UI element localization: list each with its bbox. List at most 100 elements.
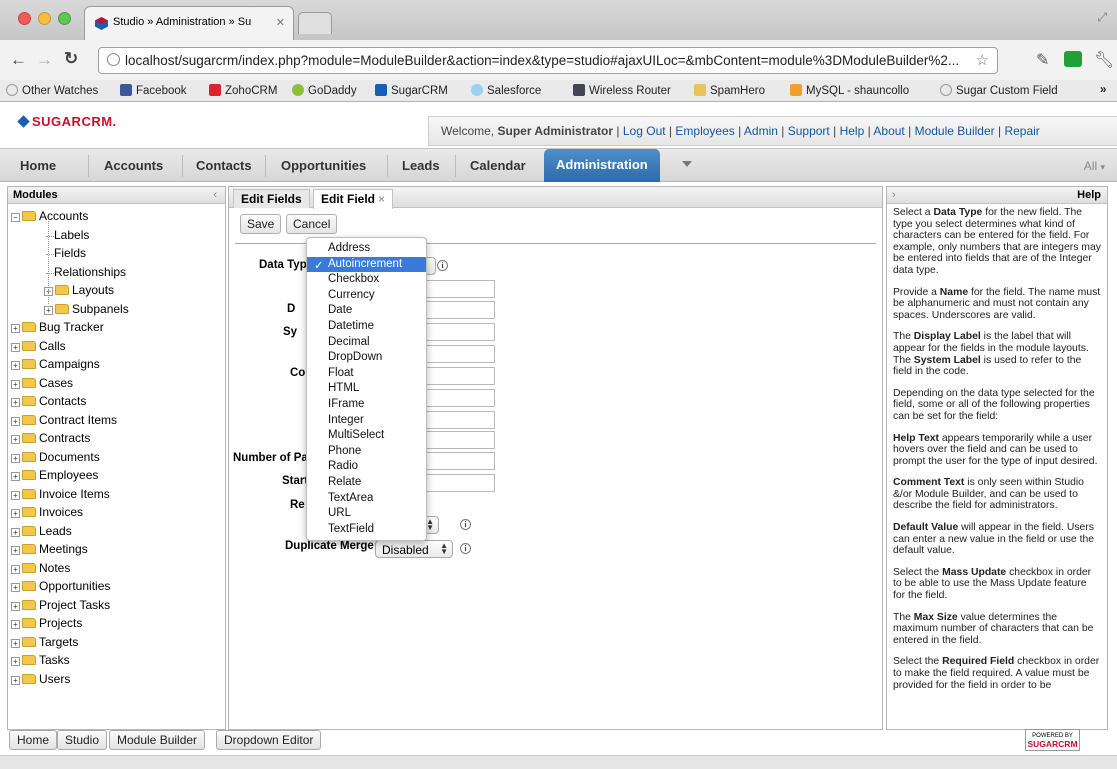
- admin-link[interactable]: Admin: [744, 124, 778, 138]
- about-link[interactable]: About: [873, 124, 904, 138]
- data-type-option-datetime[interactable]: Datetime: [307, 319, 426, 335]
- tree-item-fields[interactable]: Fields: [46, 246, 86, 260]
- start-input[interactable]: [419, 474, 495, 492]
- expand-icon[interactable]: +: [11, 416, 20, 426]
- help-link[interactable]: Help: [840, 124, 865, 138]
- zoom-window-button[interactable]: [58, 12, 71, 25]
- expand-icon[interactable]: +: [11, 490, 20, 500]
- expand-icon[interactable]: +: [44, 305, 53, 315]
- tab-edit-field[interactable]: Edit Field ×: [313, 189, 394, 209]
- data-type-option-relate[interactable]: Relate: [307, 475, 426, 491]
- tree-item-projects[interactable]: + Projects: [11, 616, 82, 630]
- tree-item-contacts[interactable]: + Contacts: [11, 394, 86, 408]
- tab-contacts[interactable]: Contacts: [196, 158, 252, 173]
- page-info-icon[interactable]: [107, 53, 120, 66]
- tree-item-meetings[interactable]: + Meetings: [11, 542, 88, 556]
- repair-link[interactable]: Repair: [1004, 124, 1039, 138]
- bookmark-wireless-router[interactable]: Wireless Router: [573, 84, 671, 97]
- tree-item-campaigns[interactable]: + Campaigns: [11, 357, 100, 371]
- logout-link[interactable]: Log Out: [623, 124, 666, 138]
- system-label-input[interactable]: [419, 323, 495, 341]
- help-text-input[interactable]: [419, 345, 495, 363]
- number-of-pages-input[interactable]: [419, 452, 495, 470]
- default-value-input[interactable]: [419, 389, 495, 407]
- browser-tab[interactable]: Studio » Administration » Su ✕: [84, 6, 294, 40]
- tab-administration[interactable]: Administration: [544, 149, 660, 182]
- footer-studio-button[interactable]: Studio: [57, 730, 108, 750]
- field-name-input[interactable]: [419, 280, 495, 298]
- bookmarks-overflow-button[interactable]: »: [1100, 84, 1106, 96]
- all-tabs-menu[interactable]: All ▾: [1084, 159, 1105, 173]
- data-type-option-textarea[interactable]: TextArea: [307, 491, 426, 507]
- tree-item-contract-items[interactable]: + Contract Items: [11, 413, 117, 427]
- tree-item-users[interactable]: + Users: [11, 672, 70, 686]
- data-type-option-dropdown[interactable]: DropDown: [307, 350, 426, 366]
- more-tabs-chevron-down-icon[interactable]: [682, 161, 692, 167]
- data-type-option-radio[interactable]: Radio: [307, 459, 426, 475]
- footer-dropdown-editor-button[interactable]: Dropdown Editor: [216, 730, 322, 750]
- tree-item-relationships[interactable]: Relationships: [46, 265, 126, 279]
- tree-item-invoice-items[interactable]: + Invoice Items: [11, 487, 110, 501]
- bookmark-sugarcrm[interactable]: SugarCRM: [375, 84, 448, 97]
- tab-opportunities[interactable]: Opportunities: [281, 158, 366, 173]
- module-builder-link[interactable]: Module Builder: [915, 124, 995, 138]
- tab-home[interactable]: Home: [20, 158, 56, 173]
- data-type-option-decimal[interactable]: Decimal: [307, 335, 426, 351]
- tree-item-accounts[interactable]: − Accounts: [11, 209, 88, 223]
- wrench-icon[interactable]: 🔧︎: [1094, 50, 1114, 70]
- tree-item-labels[interactable]: Labels: [46, 228, 89, 242]
- tree-item-invoices[interactable]: + Invoices: [11, 505, 83, 519]
- collapse-icon[interactable]: −: [11, 213, 20, 222]
- expand-icon[interactable]: +: [11, 361, 20, 370]
- close-window-button[interactable]: [18, 12, 31, 25]
- bookmark-facebook[interactable]: Facebook: [120, 84, 187, 97]
- min-value-input[interactable]: [419, 431, 495, 449]
- data-type-option-url[interactable]: URL: [307, 506, 426, 522]
- data-type-option-iframe[interactable]: IFrame: [307, 397, 426, 413]
- address-bar[interactable]: localhost/sugarcrm/index.php?module=Modu…: [98, 47, 998, 74]
- expand-icon[interactable]: +: [11, 398, 20, 407]
- footer-module-builder-button[interactable]: Module Builder: [109, 730, 206, 750]
- info-icon[interactable]: i: [437, 260, 448, 271]
- bookmark-star-icon[interactable]: ☆: [976, 51, 989, 69]
- data-type-option-float[interactable]: Float: [307, 366, 426, 382]
- info-icon[interactable]: i: [460, 519, 471, 530]
- save-button[interactable]: Save: [240, 214, 282, 234]
- data-type-option-date[interactable]: Date: [307, 303, 426, 319]
- tab-edit-fields[interactable]: Edit Fields: [233, 189, 310, 208]
- collapse-panel-icon[interactable]: ‹: [213, 189, 217, 201]
- tree-item-notes[interactable]: + Notes: [11, 561, 70, 575]
- comment-text-input[interactable]: [419, 367, 495, 385]
- data-type-option-checkbox[interactable]: Checkbox: [307, 272, 426, 288]
- new-tab-button[interactable]: [298, 12, 332, 34]
- tree-item-documents[interactable]: + Documents: [11, 450, 100, 464]
- tree-item-project-tasks[interactable]: + Project Tasks: [11, 598, 110, 612]
- tree-item-employees[interactable]: + Employees: [11, 468, 98, 482]
- expand-icon[interactable]: +: [11, 675, 20, 685]
- expand-icon[interactable]: +: [11, 546, 20, 555]
- tree-item-leads[interactable]: + Leads: [11, 524, 72, 538]
- duplicate-merge-select[interactable]: Disabled ▲ ▼: [375, 540, 453, 558]
- bookmark-zohocrm[interactable]: ZohoCRM: [209, 84, 277, 97]
- expand-panel-icon[interactable]: ›: [892, 189, 896, 201]
- expand-icon[interactable]: +: [11, 342, 20, 352]
- data-type-option-html[interactable]: HTML: [307, 381, 426, 397]
- close-tab-icon[interactable]: ×: [378, 192, 385, 206]
- display-label-input[interactable]: [419, 301, 495, 319]
- data-type-option-autoincrement[interactable]: ✓ Autoincrement: [307, 256, 426, 273]
- bookmark-other-watches[interactable]: Other Watches: [6, 84, 98, 97]
- expand-icon[interactable]: +: [11, 324, 20, 333]
- employees-link[interactable]: Employees: [675, 124, 734, 138]
- tree-item-contracts[interactable]: + Contracts: [11, 431, 90, 445]
- bookmark-salesforce[interactable]: Salesforce: [471, 84, 541, 97]
- expand-icon[interactable]: +: [11, 379, 20, 389]
- sugarcrm-logo[interactable]: SUGARCRM.: [17, 114, 117, 129]
- expand-icon[interactable]: +: [11, 601, 20, 611]
- footer-home-button[interactable]: Home: [9, 730, 58, 750]
- info-icon[interactable]: i: [460, 543, 471, 554]
- support-link[interactable]: Support: [788, 124, 830, 138]
- reload-icon[interactable]: ↻: [64, 49, 78, 69]
- minimize-window-button[interactable]: [38, 12, 51, 25]
- back-arrow-icon[interactable]: ←: [10, 50, 27, 70]
- green-extension-icon[interactable]: [1064, 51, 1082, 67]
